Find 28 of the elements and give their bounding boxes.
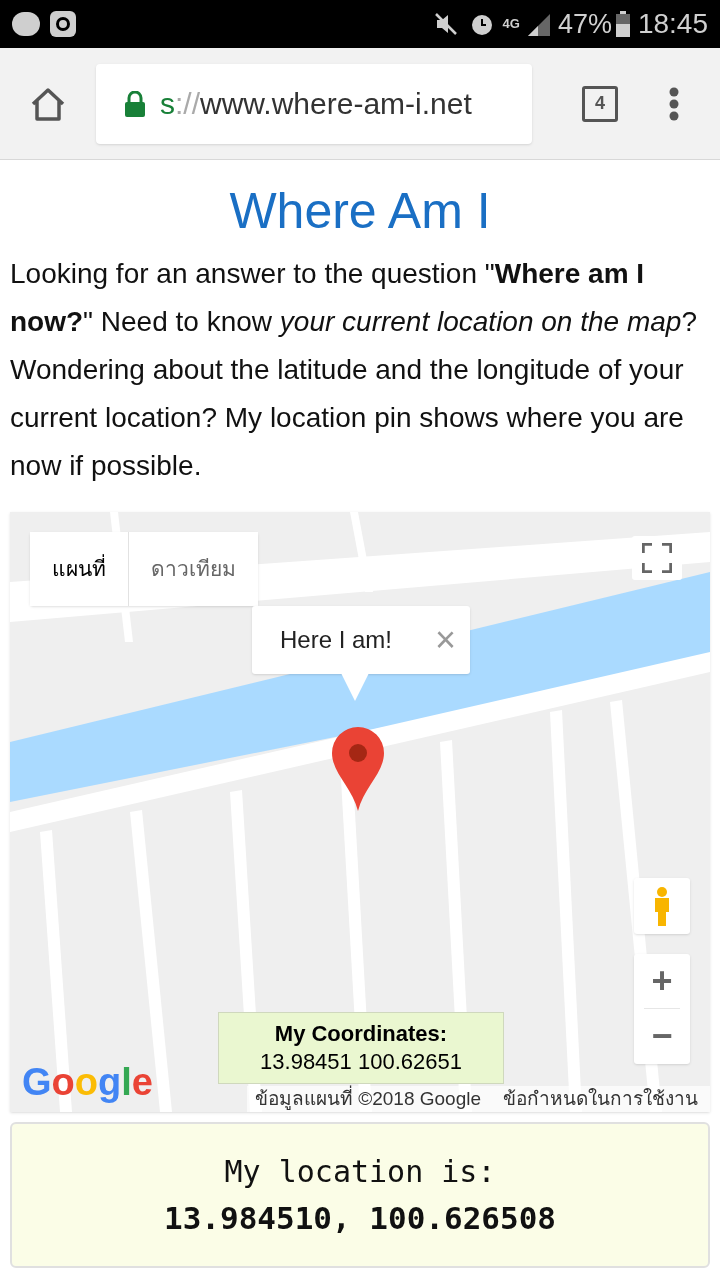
url-text: s://www.where-am-i.net [160,86,472,122]
info-window-text: Here I am! [280,625,394,655]
chat-app-icon [12,12,40,36]
lock-icon [124,90,146,117]
coordinates-title: My Coordinates: [274,1020,448,1048]
more-icon [668,85,680,122]
page-title: Where Am I [228,182,492,241]
fullscreen-icon [642,543,672,573]
map-pin-icon [332,727,384,811]
zoom-out-button[interactable]: − [651,1009,673,1063]
terms-link[interactable]: ข้อกำหนดในการใช้งาน [503,1084,698,1112]
coordinates-value: 13.98451 100.62651 [260,1048,462,1076]
clock-text: 18:45 [637,7,708,41]
map-attribution: ข้อมูลแผนที่ ©2018 Google [254,1084,481,1112]
battery-icon [615,11,630,37]
camera-app-icon [50,11,76,37]
intro-paragraph: Looking for an answer to the question "Where am I now?" Need to know your current location on the map? Wondering about the latitude and the longitude of your current location? My location pin shows where you are now if possible. [10,257,698,483]
pegman-icon [652,886,672,926]
location-value: 13.984510, 100.626508 [164,1199,556,1238]
network-type-text: 4G [502,15,520,34]
home-icon [30,85,66,122]
zoom-in-button[interactable]: + [651,954,673,1008]
google-logo: Google [22,1060,153,1104]
tab-count-button[interactable]: 4 [582,85,618,122]
battery-percent-text: 47% [557,7,612,41]
location-label: My location is: [224,1153,496,1191]
menu-button[interactable] [668,85,680,122]
address-bar[interactable]: s://www.where-am-i.net [96,63,532,144]
